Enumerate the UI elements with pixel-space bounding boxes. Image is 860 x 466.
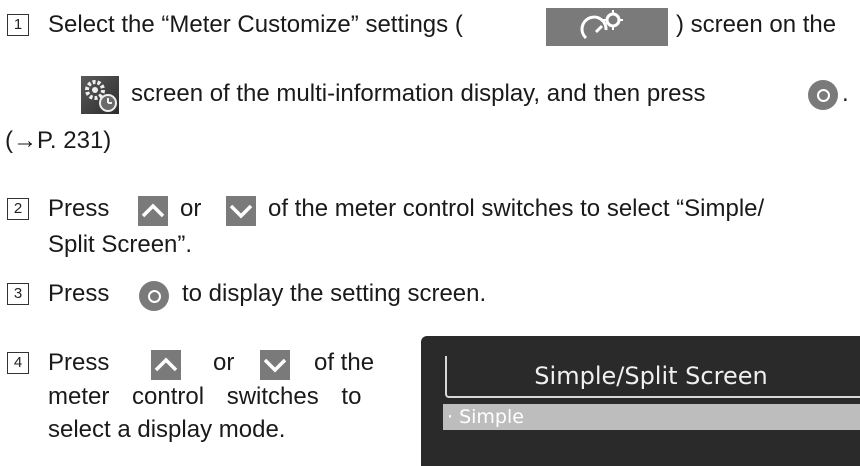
chevron-up-icon: [151, 350, 181, 380]
panel-selected-item: · Simple: [443, 404, 860, 430]
chevron-up-icon: [138, 196, 168, 226]
step-2-text-c: of the meter control switches to select …: [268, 195, 765, 222]
step-1-number: 1: [7, 14, 29, 36]
chevron-down-icon: [260, 350, 290, 380]
ok-button-icon: [139, 281, 169, 311]
step-2-text-b: or: [180, 195, 202, 222]
step-4-text-b: or: [213, 349, 235, 376]
step-2-number: 2: [7, 198, 29, 220]
chevron-down-icon: [226, 196, 256, 226]
step-2-text-a: Press: [48, 195, 110, 222]
display-screen-panel: Simple/Split Screen · Simple: [421, 336, 860, 466]
step-4-number: 4: [7, 352, 29, 374]
step-1-reference: (→P. 231): [5, 127, 112, 154]
step-4-line-2: meter control switches to: [48, 383, 362, 410]
step-3-text-b: to display the setting screen.: [182, 280, 487, 307]
settings-clock-icon: [81, 76, 119, 114]
step-1-text-a: Select the “Meter Customize” settings (: [48, 11, 463, 38]
step-1-line-2-end: .: [842, 80, 849, 107]
meter-customize-icon: [546, 8, 668, 46]
ok-button-icon: [808, 80, 838, 110]
step-4-line-3: select a display mode.: [48, 416, 286, 443]
step-4-text-a: Press: [48, 349, 110, 376]
step-4-text-c: of the: [314, 349, 375, 376]
panel-title: Simple/Split Screen: [534, 362, 768, 390]
step-2-line-2: Split Screen”.: [48, 231, 193, 258]
step-3-number: 3: [7, 283, 29, 305]
step-3-text-a: Press: [48, 280, 110, 307]
step-1-line-2: screen of the multi-information display,…: [131, 80, 706, 107]
step-1-text-b: ) screen on the: [676, 11, 837, 38]
